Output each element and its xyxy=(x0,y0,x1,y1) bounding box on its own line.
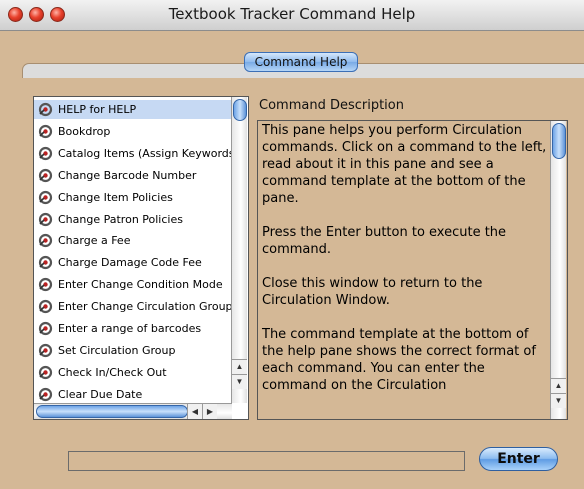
window-title: Textbook Tracker Command Help xyxy=(168,5,416,23)
command-list-item[interactable]: Catalog Items (Assign Keywords) xyxy=(34,144,232,163)
command-icon xyxy=(38,343,53,358)
command-list[interactable]: HELP for HELP Bookdrop Catalog Items (Assi… xyxy=(33,96,249,420)
command-list-item[interactable]: Clear Due Date xyxy=(34,385,232,404)
command-icon xyxy=(38,365,53,380)
command-label: Enter a range of barcodes xyxy=(58,322,202,335)
command-label: Change Barcode Number xyxy=(58,168,197,182)
command-list-item[interactable]: HELP for HELP xyxy=(34,100,232,119)
command-icon xyxy=(38,255,53,270)
command-label: Charge a Fee xyxy=(58,234,131,248)
command-label: Change Patron Policies xyxy=(58,212,183,226)
command-icon xyxy=(38,299,53,314)
description-paragraph: This pane helps you perform Circulation … xyxy=(262,123,547,206)
command-icon xyxy=(38,321,53,336)
command-icon xyxy=(38,124,53,139)
command-label: Bookdrop xyxy=(58,124,111,138)
command-list-item[interactable]: Change Barcode Number xyxy=(34,166,232,185)
command-label: Enter Change Circulation Group xyxy=(58,300,232,314)
command-list-item[interactable]: Check In/Check Out xyxy=(34,363,232,382)
command-label: Charge Damage Code Fee xyxy=(58,256,202,270)
scroll-down-arrow-icon[interactable]: ▼ xyxy=(232,374,247,389)
command-icon xyxy=(38,233,53,248)
description-vscroll-thumb[interactable] xyxy=(552,123,566,159)
description-paragraph: Press the Enter button to execute the co… xyxy=(262,225,507,257)
description-paragraph: Close this window to return to the Circu… xyxy=(262,276,483,308)
command-icon xyxy=(38,212,53,227)
command-list-item[interactable]: Charge Damage Code Fee xyxy=(34,253,232,272)
command-list-item[interactable]: Change Item Policies xyxy=(34,188,232,207)
command-label: Set Circulation Group xyxy=(58,343,176,357)
scroll-left-arrow-icon[interactable]: ◀ xyxy=(187,404,202,419)
command-icon xyxy=(38,387,53,402)
tab-command-help[interactable]: Command Help xyxy=(244,52,358,72)
command-icon xyxy=(38,168,53,183)
description-paragraph: The command template at the bottom of th… xyxy=(262,327,536,393)
command-icon xyxy=(38,102,53,117)
scroll-up-arrow-icon[interactable]: ▲ xyxy=(232,359,247,374)
desc-scroll-up-arrow-icon[interactable]: ▲ xyxy=(551,378,566,393)
command-list-vscroll-thumb[interactable] xyxy=(233,99,247,121)
command-list-hscroll-thumb[interactable] xyxy=(36,405,188,418)
enter-button[interactable]: Enter xyxy=(479,447,558,471)
title-bar[interactable]: Textbook Tracker Command Help xyxy=(0,0,584,31)
description-vscroll[interactable]: ▲ ▼ xyxy=(550,121,566,419)
description-label: Command Description xyxy=(259,98,404,113)
command-list-item[interactable]: Enter a range of barcodes xyxy=(34,319,232,338)
command-label: Catalog Items (Assign Keywords) xyxy=(58,146,232,160)
desc-scroll-down-arrow-icon[interactable]: ▼ xyxy=(551,393,566,408)
command-icon xyxy=(38,190,53,205)
command-list-item[interactable]: Change Patron Policies xyxy=(34,210,232,229)
command-input[interactable] xyxy=(68,451,465,471)
description-pane[interactable]: This pane helps you perform Circulation … xyxy=(257,120,568,420)
command-list-item[interactable]: Enter Change Condition Mode xyxy=(34,275,232,294)
command-label: Clear Due Date xyxy=(58,387,143,401)
command-label: Check In/Check Out xyxy=(58,365,167,379)
command-label: Enter Change Condition Mode xyxy=(58,278,223,292)
command-list-item[interactable]: Bookdrop xyxy=(34,122,232,141)
command-list-item[interactable]: Charge a Fee xyxy=(34,231,232,250)
command-label: Change Item Policies xyxy=(58,190,173,204)
command-icon xyxy=(38,146,53,161)
command-label: HELP for HELP xyxy=(58,103,137,116)
command-icon xyxy=(38,277,53,292)
help-window: Textbook Tracker Command Help Command He… xyxy=(0,0,584,489)
scroll-right-arrow-icon[interactable]: ▶ xyxy=(202,404,217,419)
command-list-item[interactable]: Set Circulation Group xyxy=(34,341,232,360)
command-list-vscroll[interactable]: ▲ ▼ xyxy=(231,97,247,403)
command-list-item[interactable]: Enter Change Circulation Group xyxy=(34,297,232,316)
command-list-hscroll[interactable]: ◀ ▶ xyxy=(34,403,232,419)
description-text: This pane helps you perform Circulation … xyxy=(262,122,548,411)
